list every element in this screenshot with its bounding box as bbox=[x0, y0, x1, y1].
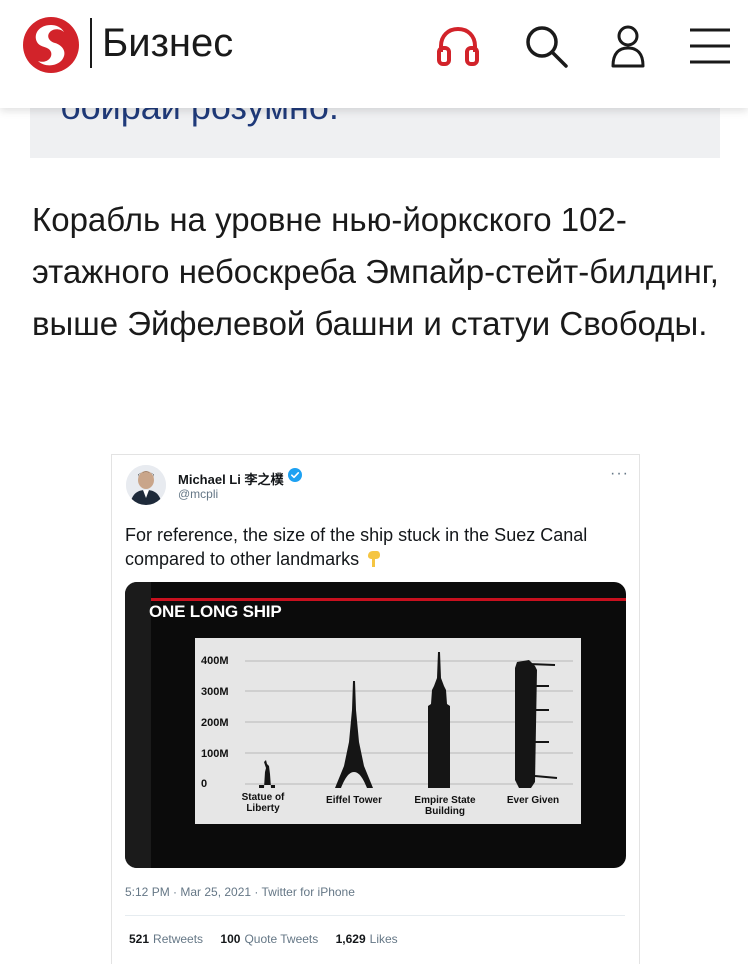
tweet-author-handle[interactable]: @mcpli bbox=[178, 487, 218, 501]
likes-stat[interactable]: 1,629 Likes bbox=[336, 932, 398, 946]
site-header: Бизнес bbox=[0, 0, 748, 108]
landmark-label-empire-line: Building bbox=[425, 806, 465, 817]
logo-icon[interactable] bbox=[22, 16, 80, 74]
y-tick-0: 0 bbox=[201, 778, 207, 790]
likes-label: Likes bbox=[369, 932, 398, 946]
pointing-down-emoji-icon bbox=[368, 551, 381, 567]
tweet-text-body: For reference, the size of the ship stuc… bbox=[125, 525, 588, 569]
tweet-author-name[interactable]: Michael Li 李之樸 bbox=[178, 469, 283, 488]
quotes-label: Quote Tweets bbox=[244, 932, 319, 946]
ever-given-silhouette bbox=[515, 660, 537, 788]
y-tick-400: 400M bbox=[201, 655, 229, 667]
retweets-stat[interactable]: 521 Retweets bbox=[129, 932, 203, 946]
verified-badge-icon bbox=[288, 468, 302, 482]
tweet-stats: 521 Retweets 100 Quote Tweets 1,629 Likes bbox=[129, 932, 412, 946]
landmark-label-statue: Statue of Liberty bbox=[242, 792, 285, 814]
landmark-label-statue-line: Statue of bbox=[242, 792, 285, 803]
tweet-divider bbox=[125, 915, 625, 916]
likes-count: 1,629 bbox=[335, 932, 366, 946]
user-icon[interactable] bbox=[604, 22, 652, 70]
landmark-label-ever-given: Ever Given bbox=[507, 795, 559, 806]
article-paragraph: Корабль на уровне нью-йоркского 102-этаж… bbox=[32, 201, 719, 342]
y-tick-100: 100M bbox=[201, 748, 229, 760]
quotes-count: 100 bbox=[220, 932, 241, 946]
section-title[interactable]: Бизнес bbox=[102, 18, 233, 68]
tweet-media-image[interactable]: ONE LONG SHIP 400M 300M 200M 100M 0 Stat… bbox=[125, 582, 626, 868]
retweets-label: Retweets bbox=[153, 932, 204, 946]
landmark-label-eiffel: Eiffel Tower bbox=[326, 795, 382, 806]
tweet-timestamp[interactable]: 5:12 PM · Mar 25, 2021 · Twitter for iPh… bbox=[125, 885, 355, 899]
search-icon[interactable] bbox=[522, 22, 570, 70]
landmark-label-empire-line: Empire State bbox=[414, 795, 476, 806]
menu-icon[interactable] bbox=[686, 22, 734, 70]
retweets-count: 521 bbox=[129, 932, 150, 946]
tweet-text: For reference, the size of the ship stuc… bbox=[125, 523, 625, 571]
y-tick-300: 300M bbox=[201, 686, 229, 698]
more-options-icon[interactable]: ··· bbox=[610, 465, 629, 483]
logo-divider bbox=[90, 18, 92, 68]
avatar[interactable] bbox=[126, 465, 166, 505]
quote-tweets-stat[interactable]: 100 Quote Tweets bbox=[220, 932, 318, 946]
headphones-icon[interactable] bbox=[434, 22, 482, 70]
comparison-graphic: 400M 300M 200M 100M 0 Statue of Liberty … bbox=[195, 638, 581, 824]
landmark-label-statue-line: Liberty bbox=[246, 803, 280, 814]
y-tick-200: 200M bbox=[201, 717, 229, 729]
embedded-tweet[interactable]: Michael Li 李之樸 @mcpli ··· For reference,… bbox=[111, 454, 640, 964]
